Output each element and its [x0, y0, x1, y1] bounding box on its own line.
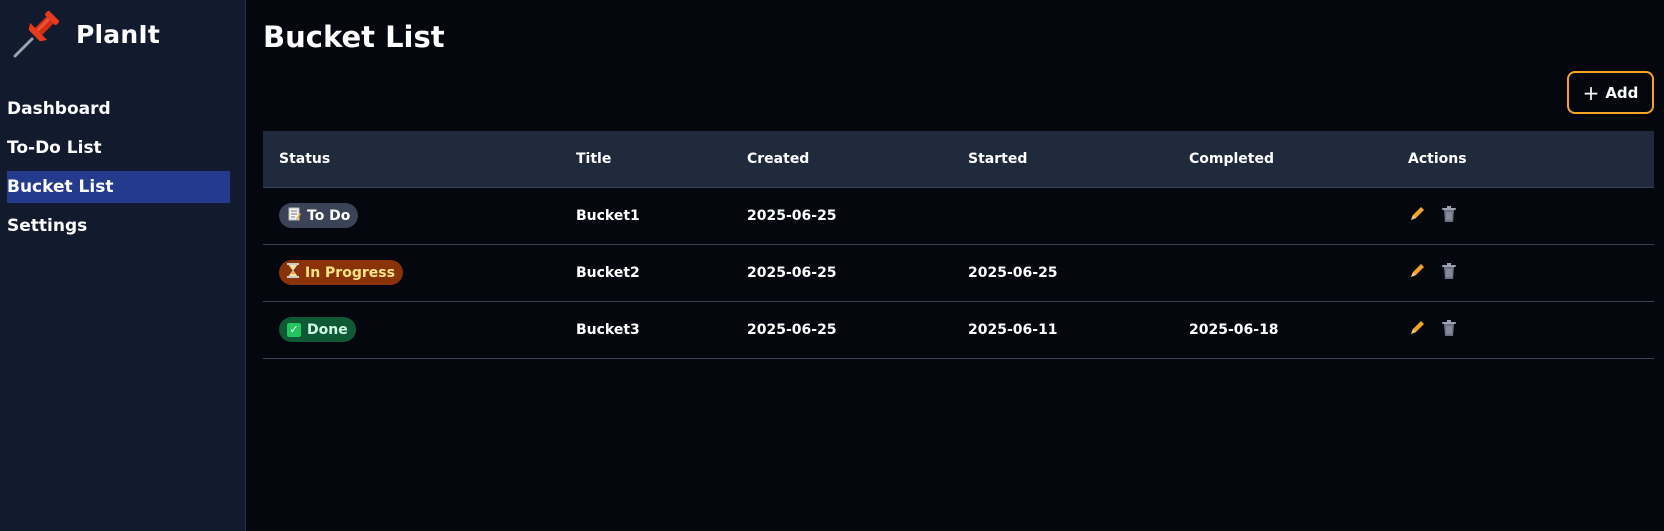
- actions-cell: [1392, 187, 1654, 245]
- started-cell: 2025-06-11: [952, 301, 1173, 359]
- table-row: In Progress Bucket2 2025-06-25 2025-06-2…: [263, 244, 1654, 302]
- status-cell: In Progress: [263, 244, 560, 302]
- edit-pencil-icon[interactable]: [1408, 262, 1426, 284]
- brand[interactable]: PlanIt: [10, 8, 160, 60]
- main-content: Bucket List + Add Status Title Created S…: [246, 0, 1664, 531]
- table-header-row: Status Title Created Started Completed A…: [263, 131, 1654, 188]
- title-cell: Bucket3: [560, 301, 731, 359]
- edit-pencil-icon[interactable]: [1408, 205, 1426, 227]
- status-badge: In Progress: [279, 260, 403, 285]
- sidebar-item-settings[interactable]: Settings: [7, 210, 230, 242]
- sidebar-item-bucket-list[interactable]: Bucket List: [7, 171, 230, 203]
- title-cell: Bucket2: [560, 244, 731, 302]
- started-cell: [952, 187, 1173, 245]
- status-cell: ✓ Done: [263, 301, 560, 359]
- actions-cell: [1392, 244, 1654, 302]
- sidebar: PlanIt Dashboard To-Do List Bucket List …: [0, 0, 246, 531]
- add-button[interactable]: + Add: [1567, 71, 1654, 114]
- hourglass-icon: [287, 263, 299, 282]
- column-header-created[interactable]: Created: [731, 131, 952, 188]
- status-label: Done: [307, 321, 348, 338]
- column-header-completed[interactable]: Completed: [1173, 131, 1392, 188]
- add-button-label: Add: [1605, 83, 1639, 102]
- column-header-actions: Actions: [1392, 131, 1654, 188]
- table-row: To Do Bucket1 2025-06-25: [263, 187, 1654, 245]
- column-header-title[interactable]: Title: [560, 131, 731, 188]
- status-badge: ✓ Done: [279, 317, 356, 342]
- page-title: Bucket List: [263, 20, 445, 54]
- actions-cell: [1392, 301, 1654, 359]
- status-label: To Do: [307, 207, 351, 224]
- check-mark-icon: ✓: [287, 322, 301, 337]
- memo-icon: [287, 207, 301, 225]
- brand-name: PlanIt: [76, 19, 161, 49]
- created-cell: 2025-06-25: [731, 301, 952, 359]
- column-header-started[interactable]: Started: [952, 131, 1173, 188]
- edit-pencil-icon[interactable]: [1408, 319, 1426, 341]
- started-cell: 2025-06-25: [952, 244, 1173, 302]
- trash-icon[interactable]: [1441, 319, 1457, 341]
- sidebar-nav: Dashboard To-Do List Bucket List Setting…: [7, 93, 230, 249]
- sidebar-item-todo-list[interactable]: To-Do List: [7, 132, 230, 164]
- app: PlanIt Dashboard To-Do List Bucket List …: [0, 0, 1664, 531]
- trash-icon[interactable]: [1441, 262, 1457, 284]
- completed-cell: [1173, 244, 1392, 302]
- completed-cell: 2025-06-18: [1173, 301, 1392, 359]
- created-cell: 2025-06-25: [731, 187, 952, 245]
- status-badge: To Do: [279, 203, 359, 228]
- created-cell: 2025-06-25: [731, 244, 952, 302]
- completed-cell: [1173, 187, 1392, 245]
- bucket-table: Status Title Created Started Completed A…: [263, 131, 1654, 359]
- trash-icon[interactable]: [1441, 205, 1457, 227]
- plus-icon: +: [1582, 80, 1600, 105]
- status-label: In Progress: [305, 264, 395, 281]
- title-cell: Bucket1: [560, 187, 731, 245]
- column-header-status[interactable]: Status: [263, 131, 560, 188]
- pushpin-icon: [13, 11, 59, 58]
- status-cell: To Do: [263, 187, 560, 245]
- table-row: ✓ Done Bucket3 2025-06-25 2025-06-11 202…: [263, 301, 1654, 359]
- sidebar-item-dashboard[interactable]: Dashboard: [7, 93, 230, 125]
